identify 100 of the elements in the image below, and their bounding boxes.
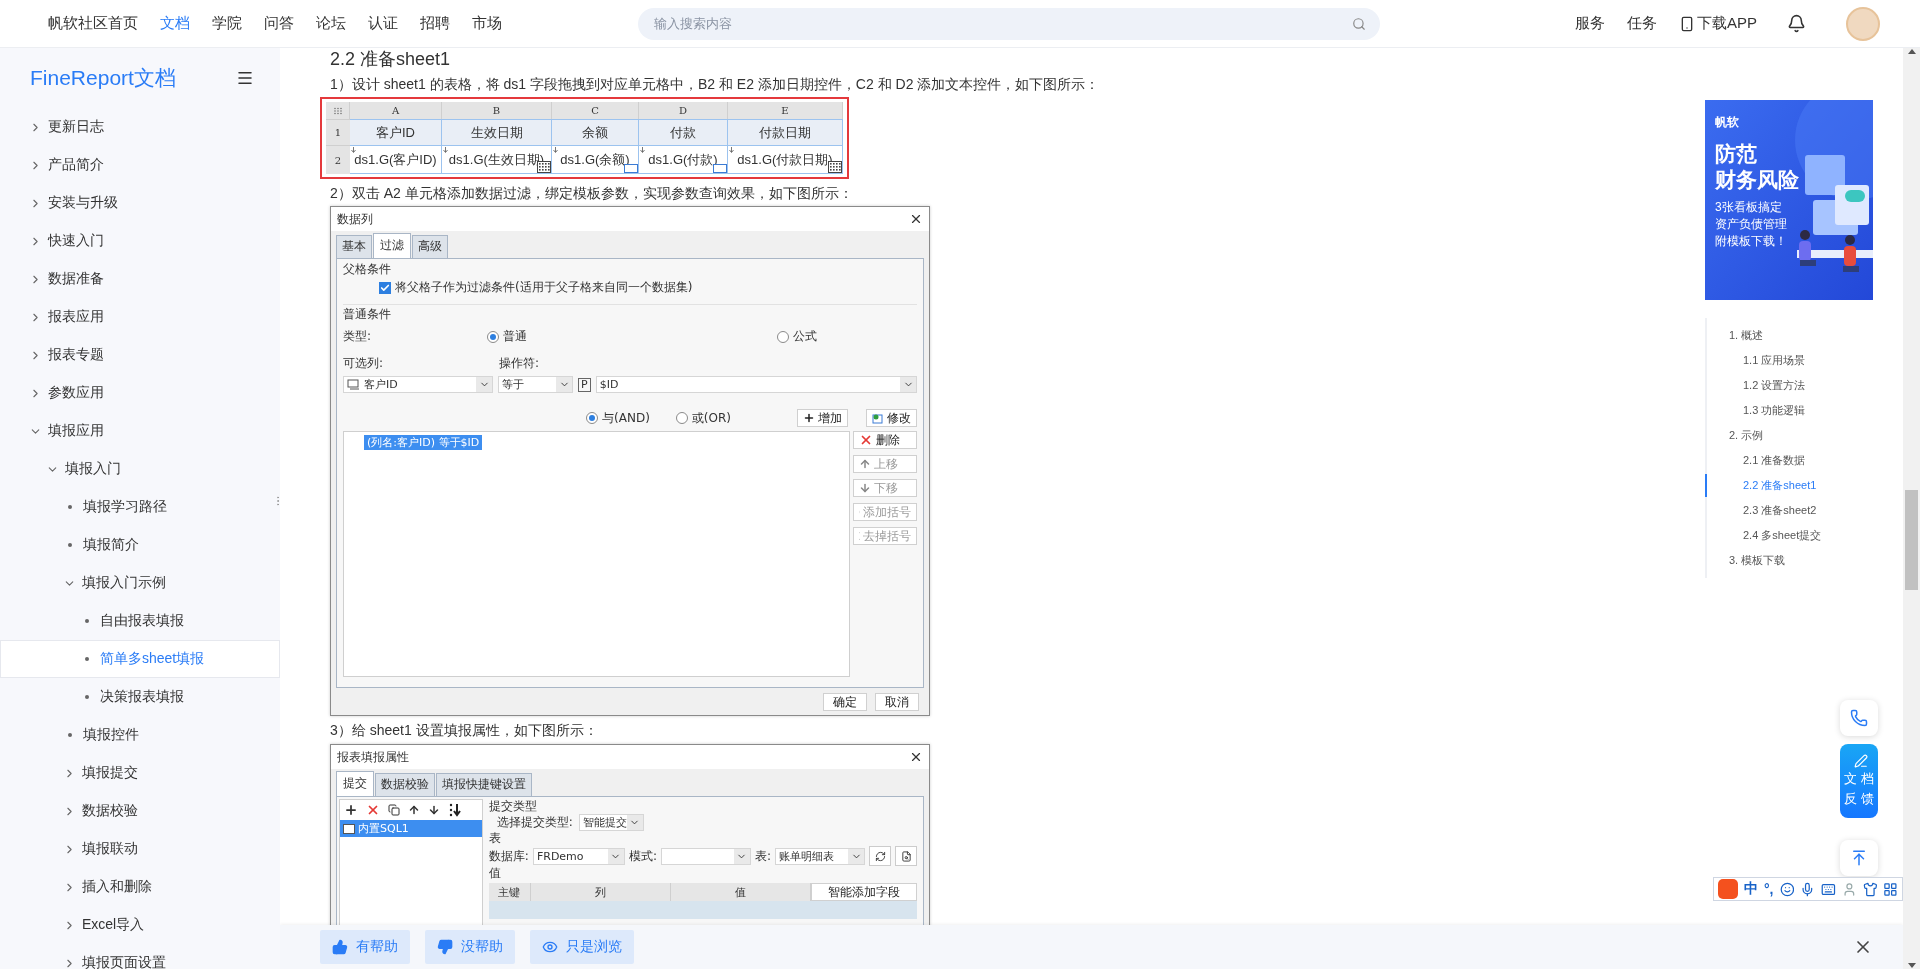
tab[interactable]: 过滤 <box>373 233 411 258</box>
radio-option[interactable]: 普通 <box>487 328 771 345</box>
plus-icon[interactable] <box>344 803 358 817</box>
sidebar-item[interactable]: 填报联动 <box>0 830 280 868</box>
submit-type-select[interactable]: 智能提交 <box>578 814 644 831</box>
refresh-button[interactable] <box>869 846 891 866</box>
nav-link[interactable]: 招聘 <box>420 14 450 33</box>
column-header: E <box>728 102 843 119</box>
sidebar-item[interactable]: 填报简介 <box>0 526 280 564</box>
sidebar-item[interactable]: 数据准备 <box>0 260 280 298</box>
sidebar-item[interactable]: 更新日志 <box>0 108 280 146</box>
sidebar-item[interactable]: 填报应用 <box>0 412 280 450</box>
checkbox[interactable] <box>379 281 391 294</box>
close-icon[interactable] <box>909 212 923 226</box>
sidebar-item[interactable]: 填报学习路径 <box>0 488 280 526</box>
toc-link[interactable]: 1. 概述 <box>1705 324 1873 347</box>
sidebar-item[interactable]: 填报页面设置 <box>0 944 280 969</box>
download-link[interactable]: 下载APP <box>1679 14 1757 33</box>
toc-link[interactable]: 1.2 设置方法 <box>1705 374 1873 397</box>
edit-button[interactable]: 修改 <box>866 409 917 427</box>
preview-button[interactable] <box>895 846 917 866</box>
nav-link[interactable]: 认证 <box>368 14 398 33</box>
nav-link[interactable]: 市场 <box>472 14 502 33</box>
menu-icon[interactable] <box>236 69 254 87</box>
mic-icon[interactable] <box>1800 881 1815 897</box>
toc-link[interactable]: 2.4 多sheet提交 <box>1705 524 1873 547</box>
table-select[interactable]: 账单明细表 <box>775 847 865 865</box>
search-field[interactable]: 输入搜索内容 <box>638 7 1380 40</box>
copy-icon[interactable] <box>388 804 400 816</box>
sidebar-item[interactable]: 插入和删除 <box>0 868 280 906</box>
back-to-top-button[interactable] <box>1840 840 1878 876</box>
keyboard-icon[interactable] <box>1821 881 1836 897</box>
nav-link[interactable]: 文档 <box>160 14 190 33</box>
sidebar-item[interactable]: 自由报表填报 <box>0 602 280 640</box>
nav-link[interactable]: 论坛 <box>316 14 346 33</box>
tab[interactable]: 提交 <box>336 771 374 796</box>
feedback-button[interactable]: 文档 反馈 <box>1840 744 1878 818</box>
column-select[interactable]: 客户ID <box>343 376 493 393</box>
nav-link[interactable]: 问答 <box>264 14 294 33</box>
sidebar-item[interactable]: 安装与升级 <box>0 184 280 222</box>
dialog-button[interactable]: 取消 <box>875 693 919 711</box>
tab[interactable]: 基本 <box>336 235 372 258</box>
sidebar-item[interactable]: 报表专题 <box>0 336 280 374</box>
tab[interactable]: 数据校验 <box>375 773 435 796</box>
sidebar-item[interactable]: 填报提交 <box>0 754 280 792</box>
grid-dots-icon <box>332 106 343 115</box>
nav-link[interactable]: 服务 <box>1575 14 1605 33</box>
operator-select[interactable]: 等于 <box>498 376 573 393</box>
toc-link[interactable]: 2.3 准备sheet2 <box>1705 499 1873 522</box>
expand-mark-icon <box>351 147 356 153</box>
sidebar-item[interactable]: 报表应用 <box>0 298 280 336</box>
bullet-icon <box>85 657 89 661</box>
toc-link[interactable]: 2.2 准备sheet1 <box>1705 474 1873 497</box>
sidebar-item[interactable]: 填报入门示例 <box>0 564 280 602</box>
arrow-up-icon[interactable] <box>408 804 420 816</box>
close-icon[interactable] <box>909 750 923 764</box>
nav-link[interactable]: 任务 <box>1627 14 1657 33</box>
tab[interactable]: 高级 <box>412 235 448 258</box>
scrollbar-thumb[interactable] <box>1905 490 1918 590</box>
edit-icon <box>872 412 884 424</box>
ad-banner[interactable]: 帆软 防范 财务风险 3张看板搞定 资产负债管理 附模板下载！ <box>1705 100 1873 300</box>
nav-link[interactable]: 帆软社区首页 <box>48 14 138 33</box>
sidebar-item[interactable]: 产品简介 <box>0 146 280 184</box>
grid-icon[interactable] <box>1883 881 1898 897</box>
toc-link[interactable]: 2. 示例 <box>1705 424 1873 447</box>
value-field[interactable]: $ID <box>595 376 917 393</box>
smart-add-button[interactable]: 智能添加字段 <box>810 883 917 901</box>
sidebar-item[interactable]: Excel导入 <box>0 906 280 944</box>
database-select[interactable]: FRDemo <box>532 847 625 865</box>
scroll-down-icon[interactable] <box>1907 963 1916 969</box>
delete-icon[interactable] <box>366 803 380 817</box>
phone-button[interactable] <box>1840 700 1878 736</box>
toc-link[interactable]: 3. 模板下载 <box>1705 549 1873 572</box>
sort-icon[interactable] <box>448 803 462 817</box>
toc-link[interactable]: 1.3 功能逻辑 <box>1705 399 1873 422</box>
sidebar-item[interactable]: 决策报表填报 <box>0 678 280 716</box>
toc-link[interactable]: 2.1 准备数据 <box>1705 449 1873 472</box>
bell-icon[interactable] <box>1787 14 1806 33</box>
sidebar-item[interactable]: 填报控件 <box>0 716 280 754</box>
sidebar-item[interactable]: 数据校验 <box>0 792 280 830</box>
sidebar-item[interactable]: 参数应用 <box>0 374 280 412</box>
nav-link[interactable]: 学院 <box>212 14 242 33</box>
tab[interactable]: 填报快捷键设置 <box>436 773 532 796</box>
add-button[interactable]: 增加 <box>797 409 848 427</box>
radio-option[interactable]: 或(OR) <box>675 409 731 427</box>
radio-option[interactable]: 公式 <box>777 328 817 345</box>
arrow-up-icon <box>859 458 871 470</box>
arrow-down-icon[interactable] <box>428 804 440 816</box>
smile-icon[interactable] <box>1779 881 1795 897</box>
action-button[interactable]: 删除 <box>853 431 917 449</box>
text-box-icon <box>624 164 638 173</box>
sidebar-item[interactable]: 填报入门 <box>0 450 280 488</box>
radio-option[interactable]: 与(AND) <box>586 409 650 427</box>
dialog-button[interactable]: 确定 <box>823 693 867 711</box>
search-input[interactable]: 输入搜索内容 <box>652 15 1352 32</box>
sidebar-item[interactable]: 快速入门 <box>0 222 280 260</box>
toc-link[interactable]: 1.1 应用场景 <box>1705 349 1873 372</box>
shirt-icon[interactable] <box>1862 881 1878 897</box>
sidebar-item[interactable]: 简单多sheet填报 <box>0 640 280 678</box>
column-header: 值 <box>670 883 811 901</box>
